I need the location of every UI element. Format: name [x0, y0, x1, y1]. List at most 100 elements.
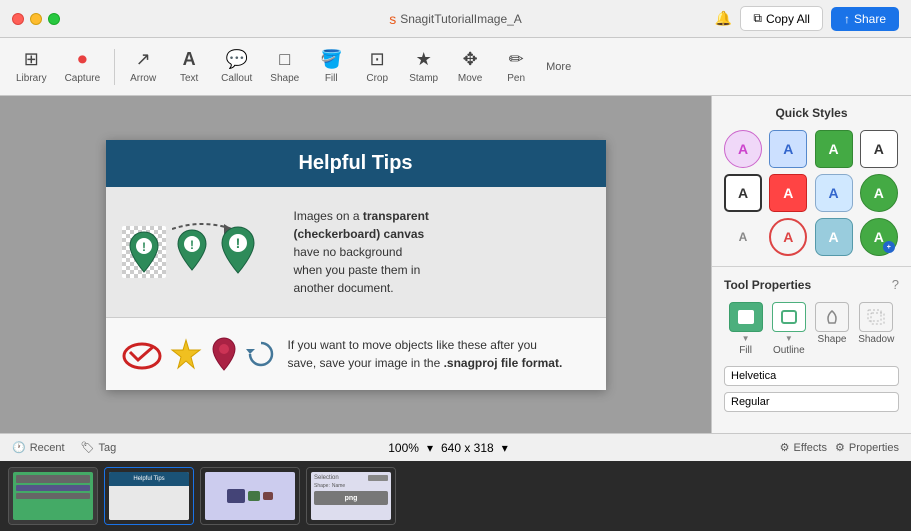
quick-style-item[interactable]: A: [769, 174, 807, 212]
circular-arrow-icon: [246, 339, 276, 369]
quick-styles-section: Quick Styles A A A A A: [712, 96, 911, 267]
capture-icon: ⏺: [78, 49, 87, 70]
tool-pen[interactable]: ✏ Pen: [494, 45, 538, 88]
titlebar: s SnagitTutorialImage_A 🔔 ⧉ Copy All ↑ S…: [0, 0, 911, 38]
tool-shape[interactable]: □ Shape: [262, 45, 307, 88]
toolbar: ⊞ Library ⏺ Capture ↗ Arrow A Text 💬 Cal…: [0, 38, 911, 96]
close-button[interactable]: [12, 13, 24, 25]
more-tools[interactable]: More: [540, 57, 577, 77]
quick-style-item[interactable]: A: [860, 174, 898, 212]
location-pin-icon-2: !: [174, 228, 210, 272]
help-icon[interactable]: ?: [892, 277, 899, 292]
quick-style-item[interactable]: A: [724, 174, 762, 212]
quick-style-item[interactable]: A: [724, 130, 762, 168]
zoom-chevron: ▾: [427, 441, 433, 455]
tag-icon: 🏷: [81, 441, 95, 454]
canvas-content: Helpful Tips: [106, 140, 606, 390]
tool-fill[interactable]: 🪣 Fill: [309, 45, 353, 88]
share-button[interactable]: ↑ Share: [831, 7, 899, 31]
pen-icon: ✏: [509, 49, 524, 70]
main-area: Helpful Tips: [0, 96, 911, 433]
canvas-header: Helpful Tips: [106, 140, 606, 187]
fill-tab-box: [729, 302, 763, 332]
location-pin-icon-1: !: [126, 230, 162, 274]
tool-capture[interactable]: ⏺ Capture: [57, 45, 109, 88]
minimize-button[interactable]: [30, 13, 42, 25]
tool-stamp[interactable]: ★ Stamp: [401, 45, 446, 88]
properties-button[interactable]: ⚙ Properties: [835, 441, 899, 454]
effects-button[interactable]: ⚙ Effects: [780, 441, 827, 454]
tool-move[interactable]: ✥ Move: [448, 45, 492, 88]
titlebar-actions: 🔔 ⧉ Copy All ↑ Share: [715, 6, 899, 31]
filmstrip-item[interactable]: [200, 467, 300, 525]
canvas-text-row1: Images on a transparent(checkerboard) ca…: [294, 207, 429, 297]
quick-styles-grid: A A A A A A A: [724, 130, 899, 256]
quick-style-item[interactable]: A: [769, 218, 807, 256]
filmstrip-item[interactable]: [8, 467, 98, 525]
tab-fill[interactable]: ▼ Fill: [729, 302, 763, 356]
tool-arrow[interactable]: ↗ Arrow: [121, 45, 165, 88]
shape-tab-icon: [822, 308, 842, 326]
tool-callout[interactable]: 💬 Callout: [213, 45, 260, 88]
svg-text:!: !: [235, 235, 240, 251]
canvas-text-row2: If you want to move objects like these a…: [288, 336, 563, 372]
canvas-body: ! !: [106, 187, 606, 390]
font-style-select[interactable]: Regular: [724, 392, 899, 412]
canvas-area[interactable]: Helpful Tips: [0, 96, 711, 433]
text-icon: A: [183, 49, 196, 70]
shape-tab-box: [815, 302, 849, 332]
shadow-tab-box: [859, 302, 893, 332]
quick-style-item[interactable]: A: [815, 130, 853, 168]
maximize-button[interactable]: [48, 13, 60, 25]
canvas-icons-2: [122, 334, 276, 374]
recent-button[interactable]: 🕐 Recent: [12, 441, 65, 454]
tab-shadow[interactable]: Shadow: [858, 302, 894, 356]
star-icon: [170, 338, 202, 370]
font-style-row: Regular: [724, 392, 899, 412]
quick-style-item[interactable]: A: [815, 218, 853, 256]
filmstrip-item[interactable]: Helpful Tips: [104, 467, 194, 525]
arrow-icon: ↗: [136, 49, 151, 70]
svg-text:!: !: [190, 238, 194, 252]
notification-icon[interactable]: 🔔: [715, 10, 732, 27]
dimensions: 640 x 318: [441, 441, 494, 455]
crop-icon: ⊡: [370, 49, 385, 70]
quick-style-item[interactable]: A: [769, 130, 807, 168]
quick-style-item[interactable]: A: [860, 130, 898, 168]
shadow-tab-icon: [866, 308, 886, 326]
properties-icon: ⚙: [835, 441, 845, 454]
fill-icon: 🪣: [320, 49, 342, 70]
right-panel: Quick Styles A A A A A: [711, 96, 911, 433]
filmstrip-item[interactable]: Selection Shape: Name png: [306, 467, 396, 525]
tool-properties-section: Tool Properties ? ▼ Fill: [712, 267, 911, 433]
tool-crop[interactable]: ⊡ Crop: [355, 45, 399, 88]
svg-text:!: !: [142, 240, 146, 254]
zoom-level[interactable]: 100%: [388, 441, 419, 455]
quick-style-item[interactable]: A +: [860, 218, 898, 256]
tool-text[interactable]: A Text: [167, 45, 211, 88]
callout-icon: 💬: [226, 49, 248, 70]
share-icon: ↑: [844, 12, 850, 26]
tab-shape[interactable]: Shape: [815, 302, 849, 356]
font-family-row: Helvetica: [724, 366, 899, 386]
tag-button[interactable]: 🏷 Tag: [81, 441, 117, 454]
checkmark-circle-icon: [122, 334, 162, 374]
quick-style-item[interactable]: A: [724, 218, 762, 256]
copy-all-button[interactable]: ⧉ Copy All: [740, 6, 823, 31]
library-icon: ⊞: [24, 49, 39, 70]
tool-library[interactable]: ⊞ Library: [8, 45, 55, 88]
dimensions-chevron: ▾: [502, 441, 508, 455]
canvas-icons-group: ! !: [122, 212, 282, 292]
app-icon: s: [389, 11, 396, 27]
tab-outline[interactable]: ▼ Outline: [772, 302, 806, 356]
quick-style-item[interactable]: A: [815, 174, 853, 212]
filmstrip: Helpful Tips Selection Shape:: [0, 461, 911, 531]
shape-icon: □: [279, 49, 290, 70]
quick-styles-title: Quick Styles: [724, 106, 899, 120]
status-right: ⚙ Effects ⚙ Properties: [780, 441, 899, 454]
icon-tip-3: !: [218, 225, 258, 278]
traffic-lights: [12, 13, 60, 25]
font-family-select[interactable]: Helvetica: [724, 366, 899, 386]
clock-icon: 🕐: [12, 441, 26, 454]
status-bar: 🕐 Recent 🏷 Tag 100% ▾ 640 x 318 ▾ ⚙ Effe…: [0, 433, 911, 461]
